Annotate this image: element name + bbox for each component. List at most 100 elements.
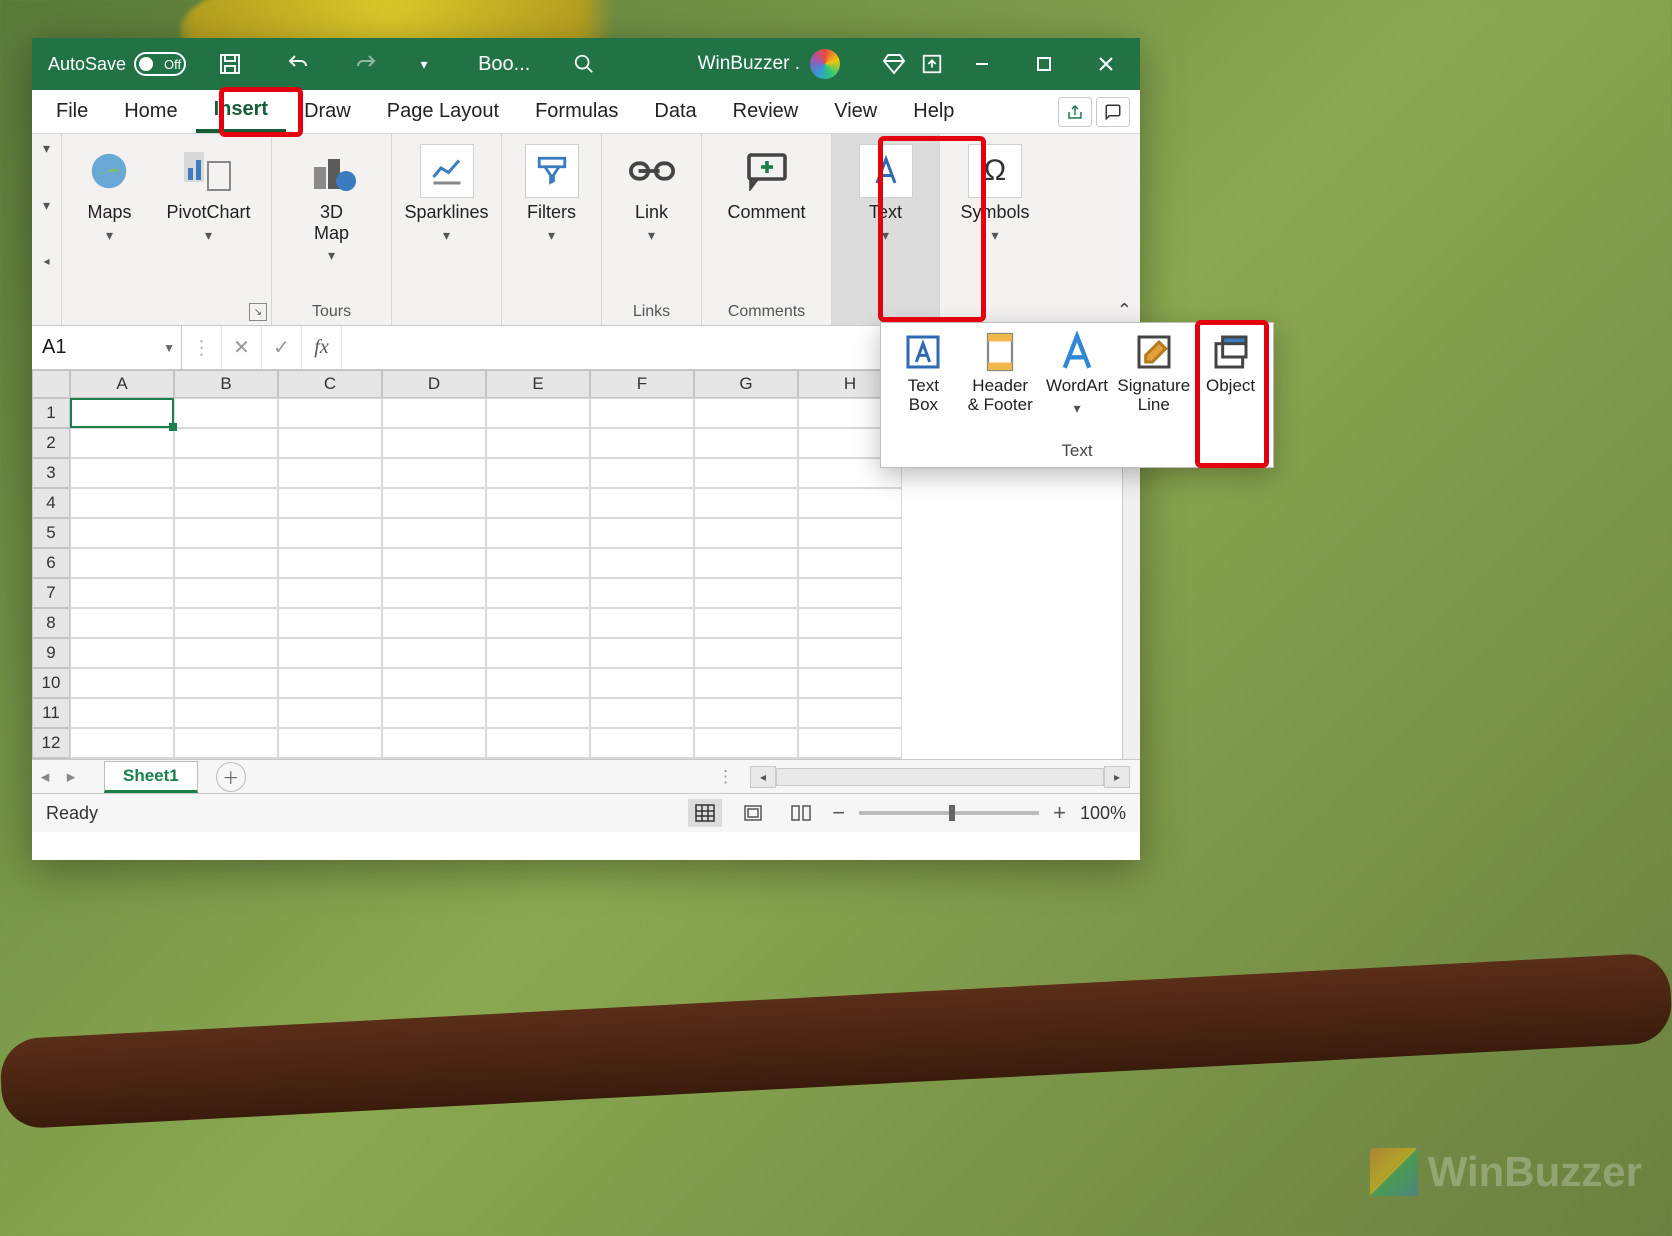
ribbon-text-button[interactable]: Text ▾ (832, 134, 940, 325)
comments-button[interactable] (1096, 97, 1130, 127)
cell[interactable] (694, 548, 798, 578)
tab-home[interactable]: Home (106, 90, 195, 133)
close-button[interactable] (1080, 38, 1132, 90)
tab-insert[interactable]: Insert (196, 90, 286, 133)
collapse-ribbon-icon[interactable]: ⌃ (1117, 300, 1132, 321)
cell[interactable] (278, 608, 382, 638)
column-header[interactable]: B (174, 370, 278, 398)
cell[interactable] (694, 728, 798, 758)
column-header[interactable]: A (70, 370, 174, 398)
cell[interactable] (798, 758, 902, 760)
cell[interactable] (174, 578, 278, 608)
maps-button[interactable]: Maps ▾ (76, 140, 142, 248)
cell[interactable] (486, 488, 590, 518)
page-layout-view-icon[interactable] (736, 799, 770, 827)
cell[interactable] (382, 488, 486, 518)
cell[interactable] (486, 638, 590, 668)
cell[interactable] (174, 458, 278, 488)
cell[interactable] (486, 398, 590, 428)
cell[interactable] (694, 428, 798, 458)
cell[interactable] (278, 548, 382, 578)
cell[interactable] (278, 668, 382, 698)
cell[interactable] (174, 428, 278, 458)
ribbon-mode-icon[interactable] (918, 50, 946, 78)
cell[interactable] (382, 548, 486, 578)
search-icon[interactable] (570, 50, 598, 78)
cell[interactable] (590, 488, 694, 518)
save-icon[interactable] (216, 50, 244, 78)
cell[interactable] (70, 518, 174, 548)
cell[interactable] (278, 638, 382, 668)
normal-view-icon[interactable] (688, 799, 722, 827)
cell[interactable] (278, 728, 382, 758)
cell[interactable] (174, 728, 278, 758)
cell[interactable] (382, 398, 486, 428)
select-all-corner[interactable] (32, 370, 70, 398)
cell[interactable] (70, 698, 174, 728)
cell[interactable] (798, 548, 902, 578)
add-sheet-button[interactable]: ＋ (216, 762, 246, 792)
cell[interactable] (798, 608, 902, 638)
header-footer-button[interactable]: Header & Footer (962, 331, 1038, 414)
cell[interactable] (382, 698, 486, 728)
row-header[interactable]: 9 (32, 638, 70, 668)
cell[interactable] (486, 758, 590, 760)
column-header[interactable]: D (382, 370, 486, 398)
cell[interactable] (70, 488, 174, 518)
cell[interactable] (486, 428, 590, 458)
sheet-tab[interactable]: Sheet1 (104, 761, 198, 793)
horizontal-scrollbar[interactable] (776, 768, 1104, 786)
tab-file[interactable]: File (38, 90, 106, 133)
share-button[interactable] (1058, 97, 1092, 127)
autosave-switch[interactable]: Off (134, 52, 186, 76)
sheet-split-icon[interactable]: ⋮ (717, 767, 734, 787)
3d-map-button[interactable]: 3D Map ▾ (299, 140, 365, 268)
diamond-icon[interactable] (880, 50, 908, 78)
sheet-nav-prev[interactable]: ◂ (32, 767, 58, 787)
cell[interactable] (590, 578, 694, 608)
cell[interactable] (70, 548, 174, 578)
row-header[interactable]: 6 (32, 548, 70, 578)
cell[interactable] (694, 758, 798, 760)
cancel-formula-icon[interactable]: ✕ (222, 326, 262, 369)
cell[interactable] (486, 608, 590, 638)
cell[interactable] (590, 428, 694, 458)
comment-button[interactable]: Comment (721, 140, 811, 227)
cell[interactable] (382, 638, 486, 668)
cell[interactable] (174, 608, 278, 638)
row-header[interactable]: 4 (32, 488, 70, 518)
row-header[interactable]: 2 (32, 428, 70, 458)
cell[interactable] (694, 518, 798, 548)
cell[interactable] (590, 758, 694, 760)
cell[interactable] (590, 638, 694, 668)
text-box-button[interactable]: Text Box (885, 331, 961, 414)
signature-line-button[interactable]: Signature Line (1116, 331, 1192, 414)
cell[interactable] (278, 758, 382, 760)
cell[interactable] (486, 668, 590, 698)
ribbon-scroll-left[interactable]: ▾ ▾ ◂ (32, 134, 62, 325)
cell[interactable] (174, 638, 278, 668)
column-header[interactable]: F (590, 370, 694, 398)
column-header[interactable]: G (694, 370, 798, 398)
tab-page-layout[interactable]: Page Layout (369, 90, 517, 133)
cell[interactable] (694, 698, 798, 728)
cell[interactable] (70, 728, 174, 758)
cell[interactable] (174, 548, 278, 578)
cell[interactable] (694, 578, 798, 608)
tab-draw[interactable]: Draw (286, 90, 369, 133)
cell[interactable] (382, 458, 486, 488)
cell[interactable] (486, 728, 590, 758)
cell[interactable] (278, 488, 382, 518)
fx-icon[interactable]: fx (302, 326, 342, 369)
page-break-view-icon[interactable] (784, 799, 818, 827)
cell[interactable] (590, 728, 694, 758)
cell[interactable] (590, 458, 694, 488)
user-avatar[interactable] (810, 49, 840, 79)
cell[interactable] (382, 668, 486, 698)
row-header[interactable]: 8 (32, 608, 70, 638)
cell[interactable] (798, 668, 902, 698)
cell[interactable] (590, 698, 694, 728)
zoom-slider[interactable] (859, 811, 1039, 815)
cell[interactable] (174, 398, 278, 428)
cell[interactable] (798, 518, 902, 548)
